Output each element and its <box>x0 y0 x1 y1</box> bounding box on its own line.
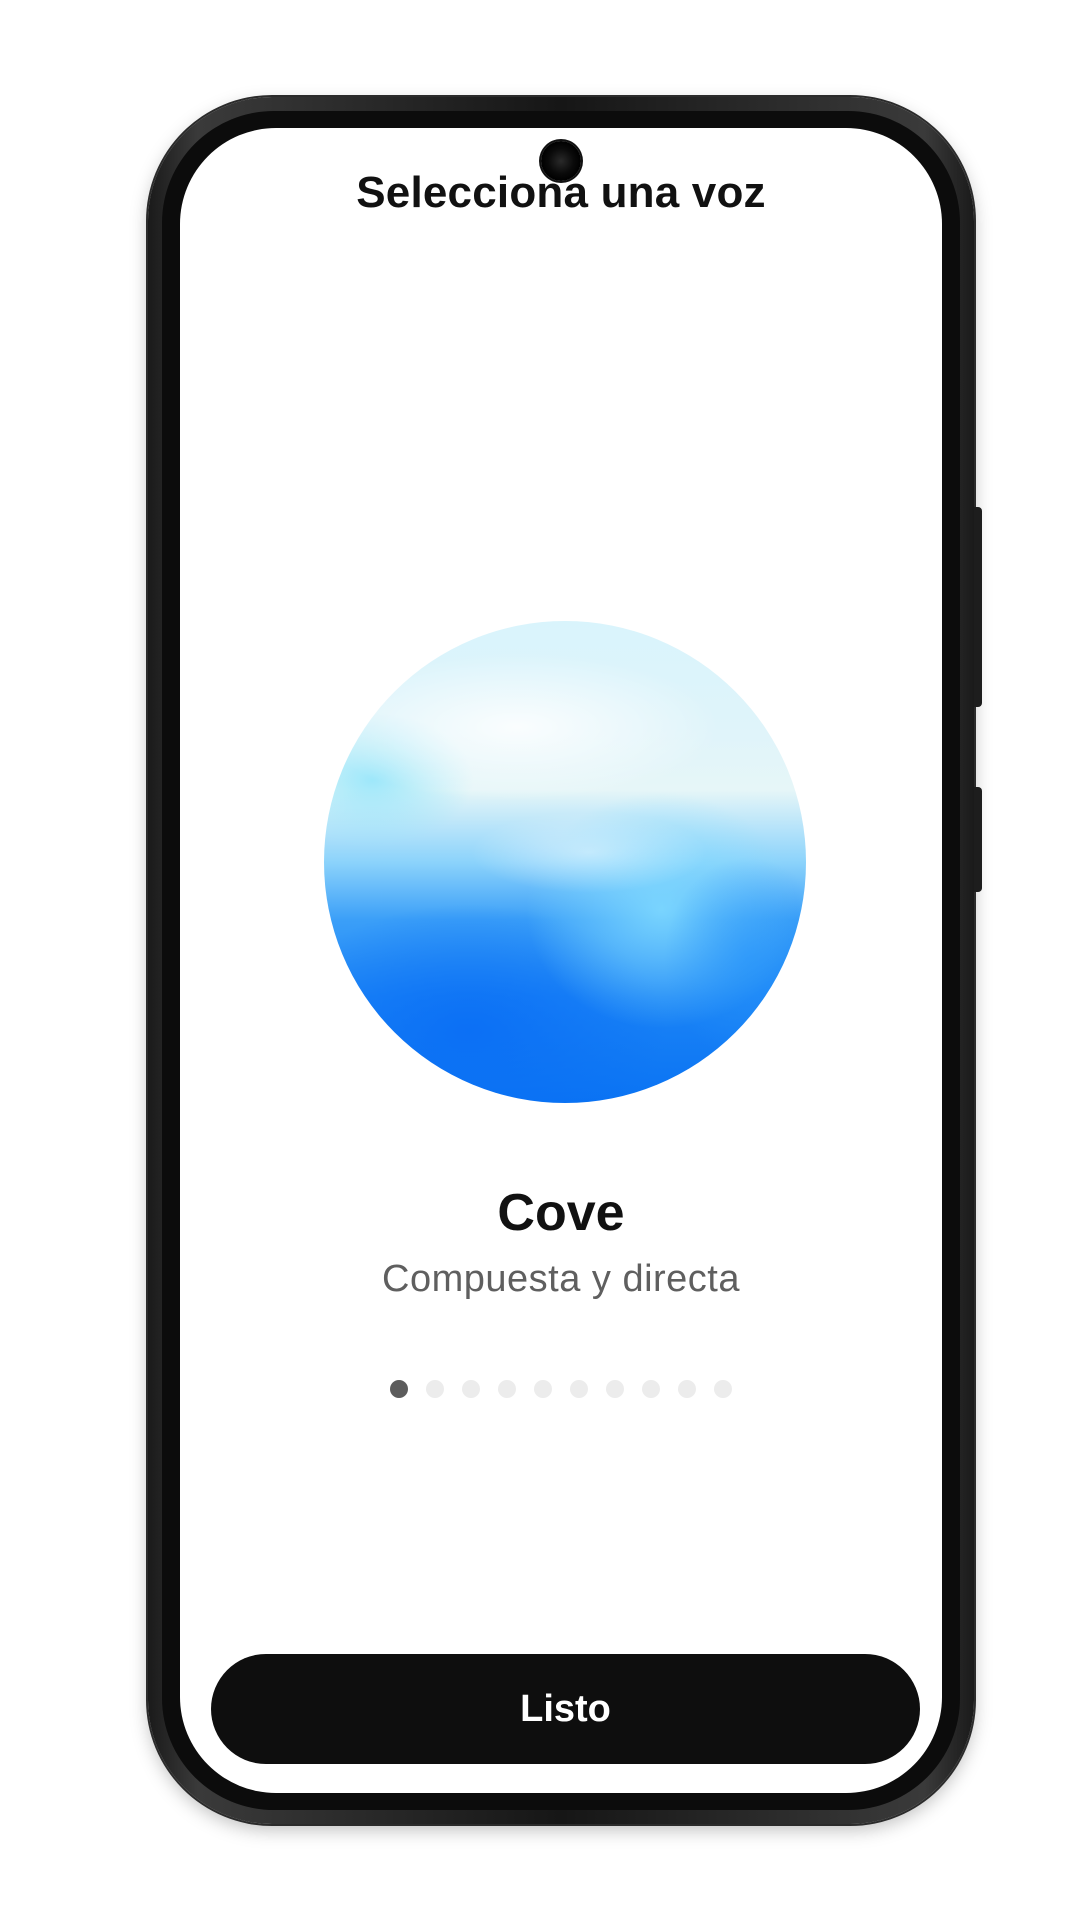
pagination-dot[interactable] <box>678 1380 696 1398</box>
pagination-dot[interactable] <box>642 1380 660 1398</box>
pagination-dot[interactable] <box>570 1380 588 1398</box>
canvas: Selecciona una voz Cove Compuesta y dire… <box>0 0 1080 1920</box>
pagination-dot[interactable] <box>390 1380 408 1398</box>
front-camera-icon <box>541 141 581 181</box>
pagination-dot[interactable] <box>462 1380 480 1398</box>
pagination-dot[interactable] <box>606 1380 624 1398</box>
volume-up-button <box>974 507 982 707</box>
voice-name: Cove <box>497 1184 625 1242</box>
power-button <box>974 787 982 892</box>
pagination-dot[interactable] <box>498 1380 516 1398</box>
pagination-dot[interactable] <box>426 1380 444 1398</box>
done-button[interactable]: Listo <box>211 1654 920 1764</box>
pagination-dot[interactable] <box>714 1380 732 1398</box>
app-screen: Selecciona una voz Cove Compuesta y dire… <box>180 128 942 1793</box>
pagination-dot[interactable] <box>534 1380 552 1398</box>
phone-frame: Selecciona una voz Cove Compuesta y dire… <box>148 97 982 1824</box>
voice-description: Compuesta y directa <box>382 1258 740 1300</box>
voice-orb[interactable] <box>324 621 806 1103</box>
voice-pagination <box>180 1380 942 1398</box>
